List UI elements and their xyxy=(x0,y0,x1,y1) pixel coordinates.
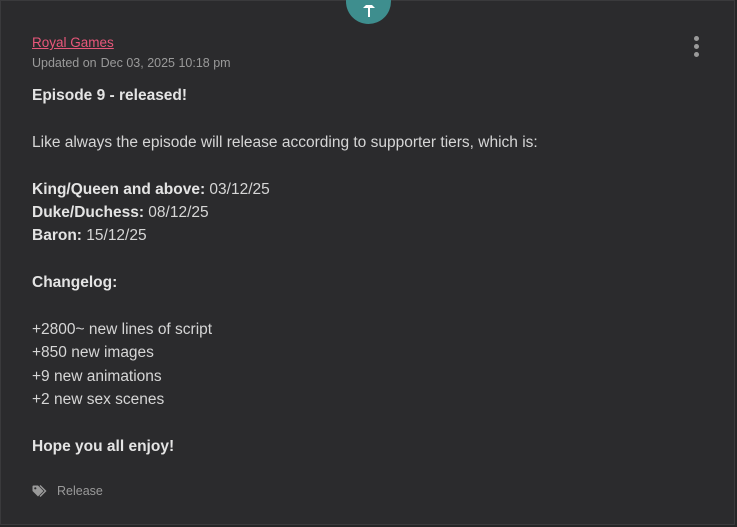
post-body: Episode 9 - released! Like always the ep… xyxy=(32,84,692,458)
post-tags: Release xyxy=(32,484,103,498)
changelog-item: +850 new images xyxy=(32,344,154,362)
tier-line: Baron: 15/12/25 xyxy=(32,224,692,247)
changelog-heading: Changelog: xyxy=(32,274,118,292)
tag-icon xyxy=(32,484,47,497)
updated-date: Dec 03, 2025 10:18 pm xyxy=(100,56,231,70)
changelog-item: +9 new animations xyxy=(32,367,162,385)
more-vertical-icon xyxy=(693,35,699,41)
tier-name: Duke/Duchess: xyxy=(32,204,144,221)
changelog-item: +2800~ new lines of script xyxy=(32,321,213,338)
more-vertical-icon-dot xyxy=(693,43,699,49)
tier-date: 15/12/25 xyxy=(86,227,147,245)
tier-date: 08/12/25 xyxy=(148,204,209,221)
more-options-button[interactable] xyxy=(687,34,705,58)
pinned-badge[interactable] xyxy=(346,0,391,24)
tier-line: Duke/Duchess: 08/12/25 xyxy=(32,201,692,224)
author-link[interactable]: Royal Games xyxy=(32,35,114,50)
changelog-item: +2 new sex scenes xyxy=(32,391,165,409)
updated-label: Updated on xyxy=(32,56,97,70)
post-title: Episode 9 - released! xyxy=(32,87,188,104)
post-intro: Like always the episode will release acc… xyxy=(32,133,538,151)
post-timestamp: Updated on Dec 03, 2025 10:18 pm xyxy=(32,56,231,70)
post-card: Royal Games Updated on Dec 03, 2025 10:18… xyxy=(0,0,735,525)
tier-line: King/Queen and above: 03/12/25 xyxy=(32,178,692,201)
tier-name: King/Queen and above: xyxy=(32,180,206,198)
pin-icon xyxy=(362,5,375,17)
tier-date: 03/12/25 xyxy=(209,180,270,198)
more-vertical-icon-dot xyxy=(693,51,699,57)
tag-release[interactable]: Release xyxy=(57,484,103,498)
post-closing: Hope you all enjoy! xyxy=(32,438,175,456)
tier-name: Baron: xyxy=(32,227,82,245)
